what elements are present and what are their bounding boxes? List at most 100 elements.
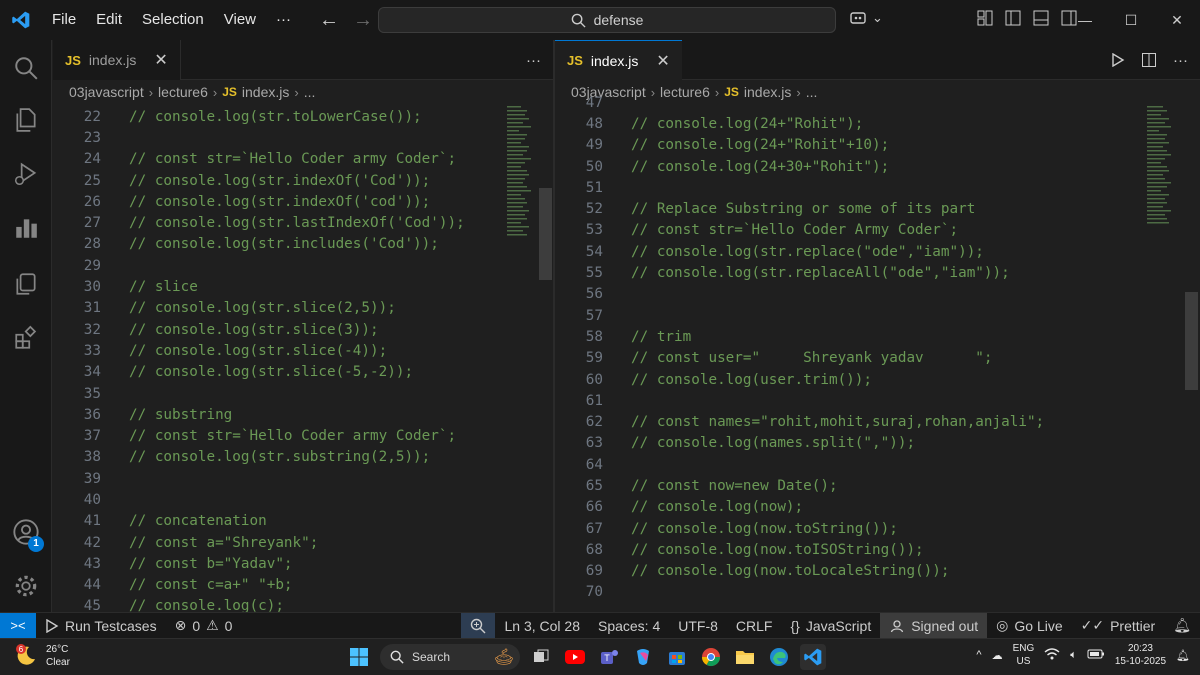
minimap[interactable]	[505, 104, 541, 244]
explorer-search-icon[interactable]	[0, 44, 52, 92]
code-line[interactable]: 52 // Replace Substring or some of its pa…	[555, 198, 1200, 219]
menu-selection[interactable]: Selection	[132, 0, 214, 40]
tab-index-js-left[interactable]: JS index.js ✕	[53, 40, 181, 80]
signed-out-status[interactable]: Signed out	[880, 612, 988, 639]
more-actions-icon[interactable]: ···	[526, 52, 541, 69]
explorer-files-icon[interactable]	[0, 96, 52, 144]
windows-start-icon[interactable]	[346, 644, 372, 670]
run-file-icon[interactable]	[1111, 53, 1125, 67]
code-line[interactable]: 23	[53, 127, 553, 148]
menu-edit[interactable]: Edit	[86, 0, 132, 40]
code-line[interactable]: 50 // console.log(24+30+"Rohit");	[555, 156, 1200, 177]
code-line[interactable]: 58 // trim	[555, 326, 1200, 347]
run-debug-icon[interactable]	[0, 150, 52, 198]
source-files-icon[interactable]	[0, 260, 52, 308]
code-area[interactable]: 47 48 // console.log(24+"Rohit"); 49 // cons…	[555, 92, 1200, 603]
chevron-up-icon[interactable]: ^	[976, 649, 981, 661]
cursor-position[interactable]: Ln 3, Col 28	[495, 613, 589, 639]
code-line[interactable]: 51	[555, 177, 1200, 198]
indentation[interactable]: Spaces: 4	[589, 613, 669, 639]
command-center-search[interactable]: defense	[378, 7, 836, 33]
copilot-app-icon[interactable]	[630, 644, 656, 670]
minimize-icon[interactable]: —	[1062, 0, 1108, 40]
menu-more-icon[interactable]: ···	[266, 0, 301, 40]
accounts-icon[interactable]: 1	[0, 508, 52, 556]
close-window-icon[interactable]: ✕	[1154, 0, 1200, 40]
code-line[interactable]: 31 // console.log(str.slice(2,5));	[53, 298, 553, 319]
code-line[interactable]: 67 // console.log(now.toString());	[555, 518, 1200, 539]
code-line[interactable]: 26 // console.log(str.indexOf('cod'));	[53, 191, 553, 212]
code-line[interactable]: 61	[555, 390, 1200, 411]
code-line[interactable]: 37 // const str=`Hello Coder army Coder`;	[53, 425, 553, 446]
code-line[interactable]: 32 // console.log(str.slice(3));	[53, 319, 553, 340]
close-tab-icon[interactable]: ✕	[154, 50, 167, 70]
code-line[interactable]: 22 // console.log(str.toLowerCase());	[53, 106, 553, 127]
code-line[interactable]: 45 // console.log(c);	[53, 596, 553, 612]
code-line[interactable]: 49 // console.log(24+"Rohit"+10);	[555, 135, 1200, 156]
language-mode[interactable]: {} JavaScript	[781, 613, 880, 639]
prettier-status[interactable]: ✓✓ Prettier	[1072, 613, 1165, 639]
code-line[interactable]: 43 // const b="Yadav";	[53, 553, 553, 574]
code-line[interactable]: 69 // console.log(now.toLocaleString());	[555, 561, 1200, 582]
code-line[interactable]: 27 // console.log(str.lastIndexOf('Cod'))…	[53, 212, 553, 233]
edge-icon[interactable]	[766, 644, 792, 670]
notifications-bell-icon[interactable]: 🔔︎	[1164, 613, 1200, 639]
tab-index-js-right[interactable]: JS index.js ✕	[555, 40, 682, 80]
scrollbar-thumb[interactable]	[539, 188, 552, 280]
problems-indicator[interactable]: ⊗ 0 ⚠ 0	[166, 613, 242, 639]
code-line[interactable]: 44 // const c=a+" "+b;	[53, 575, 553, 596]
code-line[interactable]: 30 // slice	[53, 276, 553, 297]
code-line[interactable]: 40	[53, 489, 553, 510]
code-line[interactable]: 41 // concatenation	[53, 511, 553, 532]
run-testcases-button[interactable]: Run Testcases	[36, 613, 166, 639]
volume-icon[interactable]: 🔈︎	[1070, 649, 1077, 662]
clock[interactable]: 20:23 15-10-2025	[1115, 642, 1166, 668]
code-line[interactable]: 54 // console.log(str.replace("ode","iam"…	[555, 241, 1200, 262]
line-ending[interactable]: CRLF	[727, 613, 782, 639]
code-line[interactable]: 42 // const a="Shreyank";	[53, 532, 553, 553]
code-line[interactable]: 56	[555, 284, 1200, 305]
customize-layout-icon[interactable]	[976, 9, 994, 27]
youtube-icon[interactable]	[562, 644, 588, 670]
menu-view[interactable]: View	[214, 0, 266, 40]
code-line[interactable]: 35	[53, 383, 553, 404]
file-explorer-icon[interactable]	[732, 644, 758, 670]
settings-gear-icon[interactable]	[0, 562, 52, 610]
code-line[interactable]: 70	[555, 582, 1200, 603]
code-line[interactable]: 57	[555, 305, 1200, 326]
chrome-icon[interactable]	[698, 644, 724, 670]
code-line[interactable]: 63 // console.log(names.split(","));	[555, 433, 1200, 454]
breadcrumb-folder[interactable]: lecture6	[158, 84, 208, 100]
language-indicator[interactable]: ENG US	[1013, 642, 1035, 668]
split-editor-icon[interactable]	[1141, 52, 1157, 68]
close-tab-icon[interactable]: ✕	[656, 51, 669, 71]
code-line[interactable]: 62 // const names="rohit,mohit,suraj,roha…	[555, 411, 1200, 432]
code-line[interactable]: 38 // console.log(str.substring(2,5));	[53, 447, 553, 468]
code-line[interactable]: 60 // console.log(user.trim());	[555, 369, 1200, 390]
onedrive-cloud-icon[interactable]: ☁︎	[992, 649, 1003, 662]
breadcrumb-symbol[interactable]: ...	[304, 84, 316, 100]
task-view-icon[interactable]	[528, 644, 554, 670]
code-line[interactable]: 68 // console.log(now.toISOString());	[555, 539, 1200, 560]
code-line[interactable]: 55 // console.log(str.replaceAll("ode","i…	[555, 262, 1200, 283]
code-line[interactable]: 29	[53, 255, 553, 276]
code-line[interactable]: 65 // const now=new Date();	[555, 475, 1200, 496]
code-line[interactable]: 48 // console.log(24+"Rohit");	[555, 113, 1200, 134]
vscode-taskbar-icon[interactable]	[800, 644, 826, 670]
breadcrumb-file[interactable]: index.js	[242, 84, 289, 100]
chevron-down-icon[interactable]: ⌄	[872, 10, 883, 26]
toggle-panel-icon[interactable]	[1032, 9, 1050, 27]
teams-icon[interactable]: T	[596, 644, 622, 670]
notification-bell-icon[interactable]: 🔔︎	[1176, 649, 1190, 662]
wifi-icon[interactable]	[1044, 647, 1060, 664]
code-line[interactable]: 36 // substring	[53, 404, 553, 425]
menu-file[interactable]: File	[42, 0, 86, 40]
toggle-primary-sidebar-icon[interactable]	[1004, 9, 1022, 27]
code-line[interactable]: 66 // console.log(now);	[555, 497, 1200, 518]
code-line[interactable]: 53 // const str=`Hello Coder Army Coder`;	[555, 220, 1200, 241]
code-area[interactable]: 22 // console.log(str.toLowerCase()); 23 24…	[53, 106, 553, 612]
taskbar-search[interactable]: Search 🥧︎	[380, 644, 520, 670]
forward-arrow-icon[interactable]: →	[353, 9, 373, 32]
remote-window-icon[interactable]: ><	[0, 612, 36, 639]
copilot-button[interactable]: ⌄	[850, 10, 883, 26]
